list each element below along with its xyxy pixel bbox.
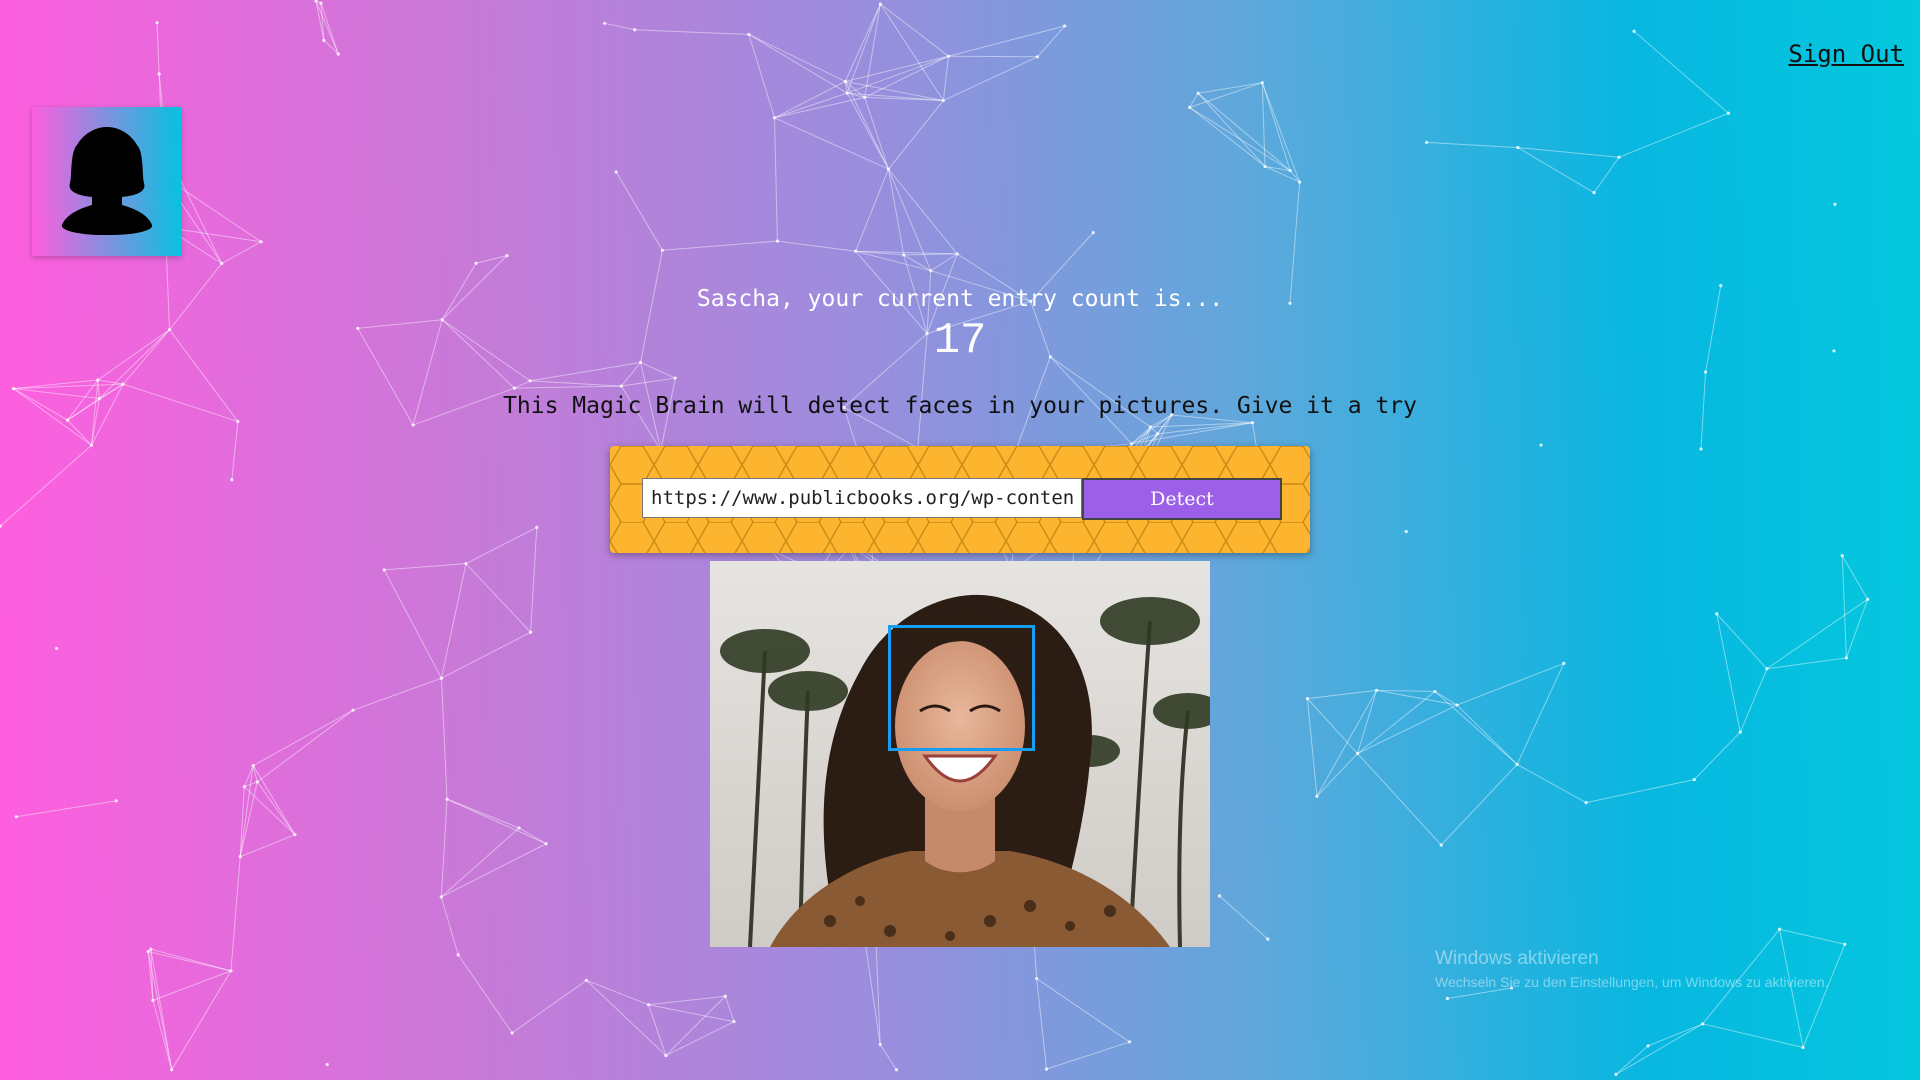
face-bounding-box — [888, 625, 1035, 751]
portrait-photo — [710, 561, 1210, 947]
input-image — [710, 561, 1210, 947]
entry-count-panel: Sascha, your current entry count is... 1… — [0, 286, 1920, 366]
watermark-subtitle: Wechseln Sie zu den Einstellungen, um Wi… — [1435, 974, 1829, 990]
logo — [32, 107, 181, 256]
sign-out-link[interactable]: Sign Out — [1788, 40, 1904, 68]
image-url-form: Detect — [610, 446, 1310, 553]
windows-activation-watermark: Windows aktivieren Wechseln Sie zu den E… — [1435, 948, 1829, 990]
entry-count-message: Sascha, your current entry count is... — [696, 286, 1224, 312]
watermark-title: Windows aktivieren — [1435, 948, 1599, 969]
image-url-input[interactable] — [642, 478, 1082, 518]
detect-button[interactable]: Detect — [1082, 478, 1282, 520]
intro-text: This Magic Brain will detect faces in yo… — [503, 393, 1417, 419]
entry-count-value: 17 — [933, 316, 987, 366]
user-silhouette-icon — [61, 127, 153, 235]
